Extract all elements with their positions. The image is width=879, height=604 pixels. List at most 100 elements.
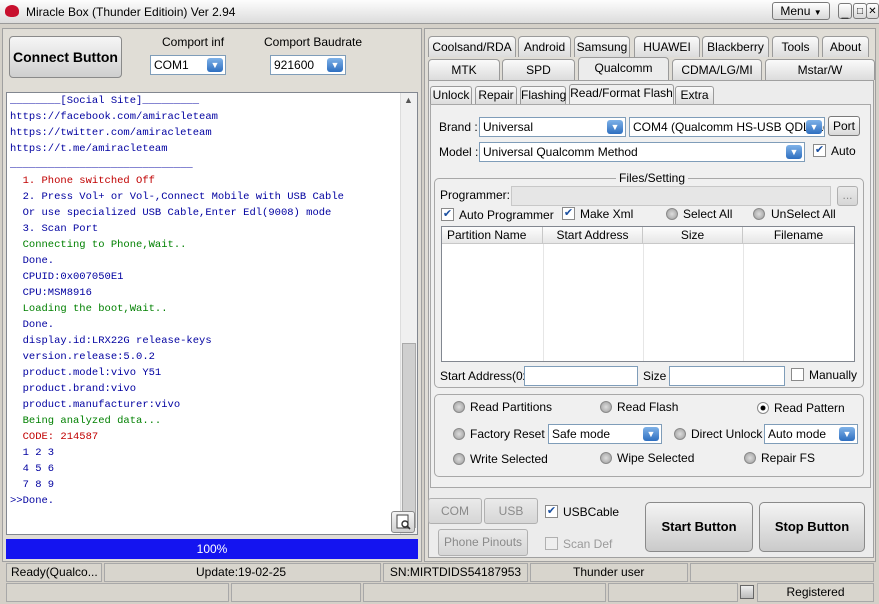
read-partitions-radio[interactable] <box>453 401 465 413</box>
tab-android[interactable]: Android <box>518 36 571 57</box>
phone-pinouts-button[interactable]: Phone Pinouts <box>438 529 528 556</box>
manually-checkbox[interactable] <box>791 368 804 381</box>
subtab-flashing[interactable]: Flashing <box>520 86 566 104</box>
dropdown-arrow-icon: ▼ <box>643 427 659 441</box>
usb-scan-button[interactable]: USB Scan <box>484 498 538 542</box>
make-xml-checkbox[interactable]: ✔ <box>562 207 575 220</box>
log-line: display.id:LRX22G release-keys <box>10 335 212 347</box>
title-bar: Miracle Box (Thunder Editioin) Ver 2.94 … <box>0 0 879 24</box>
log-line: 4 5 6 <box>10 463 55 475</box>
wipe-selected-label: Wipe Selected <box>617 451 695 465</box>
status-update: Update:19-02-25 <box>104 563 381 582</box>
partition-table[interactable]: Partition Name Start Address Size Filena… <box>441 226 855 362</box>
window-title: Miracle Box (Thunder Editioin) Ver 2.94 <box>26 5 236 19</box>
menu-button[interactable]: Menu ▼ <box>772 2 830 20</box>
start-button[interactable]: Start Button <box>645 502 753 552</box>
model-label: Model : <box>439 145 479 159</box>
direct-unlock-radio[interactable] <box>674 428 686 440</box>
connect-button[interactable]: Connect Button <box>9 36 122 78</box>
scan-def-checkbox[interactable] <box>545 537 558 550</box>
read-pattern-radio[interactable] <box>757 402 769 414</box>
scroll-up-icon[interactable]: ▲ <box>404 95 413 105</box>
tab-spd[interactable]: SPD <box>502 59 575 80</box>
grid-line <box>743 244 744 361</box>
port-button[interactable]: Port <box>828 116 860 136</box>
factory-mode-select[interactable]: Safe mode ▼ <box>548 424 662 444</box>
partition-table-header: Partition Name Start Address Size Filena… <box>442 227 854 244</box>
settings-icon[interactable] <box>740 585 754 599</box>
status-blank <box>690 563 874 582</box>
size-field[interactable] <box>669 366 785 386</box>
col-size[interactable]: Size <box>643 227 743 243</box>
comport-select[interactable]: COM1 ▼ <box>150 55 226 75</box>
col-partition-name[interactable]: Partition Name <box>442 227 543 243</box>
programmer-browse-button[interactable]: ... <box>837 186 858 206</box>
col-start-address[interactable]: Start Address <box>543 227 643 243</box>
usb-cable-checkbox[interactable]: ✔ <box>545 505 558 518</box>
stop-button[interactable]: Stop Button <box>759 502 865 552</box>
tab-cdma-lg-mi[interactable]: CDMA/LG/MI <box>672 59 762 80</box>
tab-coolsand-rda[interactable]: Coolsand/RDA <box>428 36 516 57</box>
auto-programmer-label: Auto Programmer <box>459 208 554 222</box>
subtab-extra[interactable]: Extra <box>675 86 714 104</box>
brand-select[interactable]: Universal ▼ <box>479 117 626 137</box>
log-line: Being analyzed data... <box>10 415 162 427</box>
auto-checkbox[interactable]: ✔ <box>813 144 826 157</box>
grid-line <box>643 244 644 361</box>
tab-huawei[interactable]: HUAWEI <box>634 36 700 57</box>
maximize-button[interactable]: □ <box>853 3 867 19</box>
scroll-thumb[interactable] <box>402 343 416 528</box>
factory-reset-radio[interactable] <box>453 428 465 440</box>
tab-mtk[interactable]: MTK <box>428 59 500 80</box>
subtab-read-format-flash[interactable]: Read/Format Flash <box>569 84 674 104</box>
read-partitions-label: Read Partitions <box>470 400 553 414</box>
status-cell <box>6 583 229 602</box>
model-select[interactable]: Universal Qualcomm Method ▼ <box>479 142 805 162</box>
programmer-path-field[interactable] <box>511 186 831 206</box>
select-all-radio[interactable] <box>666 208 678 220</box>
tab-tools[interactable]: Tools <box>772 36 819 57</box>
status-bar: Ready(Qualco... Update:19-02-25 SN:MIRTD… <box>0 562 879 604</box>
factory-reset-label: Factory Reset <box>470 427 545 441</box>
programmer-label: Programmer: <box>440 188 511 202</box>
dropdown-arrow-icon: ▼ <box>839 427 855 441</box>
log-scrollbar[interactable]: ▲ <box>400 93 417 534</box>
log-line: 7 8 9 <box>10 479 55 491</box>
subtab-repair[interactable]: Repair <box>475 86 517 104</box>
repair-fs-radio[interactable] <box>744 452 756 464</box>
progress-bar: 100% <box>6 539 418 559</box>
unselect-all-radio[interactable] <box>753 208 765 220</box>
log-output[interactable]: ________[Social Site]_________ https://fa… <box>6 92 418 535</box>
tab-mstar-w[interactable]: Mstar/W <box>765 59 875 80</box>
log-line: CPU:MSM8916 <box>10 287 92 299</box>
log-line: 3. Scan Port <box>10 223 99 235</box>
baud-select[interactable]: 921600 ▼ <box>270 55 346 75</box>
port-select[interactable]: COM4 (Qualcomm HS-USB QDLoad ▼ <box>629 117 825 137</box>
log-line: https://t.me/amiracleteam <box>10 143 168 155</box>
unlock-mode-select[interactable]: Auto mode ▼ <box>764 424 858 444</box>
log-line: https://facebook.com/amiracleteam <box>10 111 218 123</box>
write-selected-radio[interactable] <box>453 453 465 465</box>
tab-qualcomm[interactable]: Qualcomm <box>578 57 669 80</box>
status-cell <box>363 583 606 602</box>
save-log-button[interactable] <box>391 511 415 533</box>
tab-blackberry[interactable]: Blackberry <box>702 36 769 57</box>
read-flash-radio[interactable] <box>600 401 612 413</box>
comport-label: Comport inf <box>162 35 225 49</box>
auto-programmer-checkbox[interactable]: ✔ <box>441 208 454 221</box>
log-line: Or use specialized USB Cable,Enter Edl(9… <box>10 207 332 219</box>
wipe-selected-radio[interactable] <box>600 452 612 464</box>
minimize-button[interactable]: _ <box>838 3 852 19</box>
subtab-unlock[interactable]: Unlock <box>430 86 472 104</box>
tab-about[interactable]: About <box>822 36 869 57</box>
com-scan-button[interactable]: COM Scan <box>428 498 482 542</box>
start-address-field[interactable] <box>524 366 638 386</box>
app-logo-icon <box>5 5 19 17</box>
direct-unlock-label: Direct Unlock <box>691 427 763 441</box>
col-filename[interactable]: Filename <box>743 227 854 243</box>
close-button[interactable]: ✕ <box>866 3 879 19</box>
tab-samsung[interactable]: Samsung <box>574 36 630 57</box>
dropdown-arrow-icon: ▼ <box>327 58 343 72</box>
log-line: Done. <box>10 319 55 331</box>
start-address-label: Start Address(0x) <box>440 369 533 383</box>
